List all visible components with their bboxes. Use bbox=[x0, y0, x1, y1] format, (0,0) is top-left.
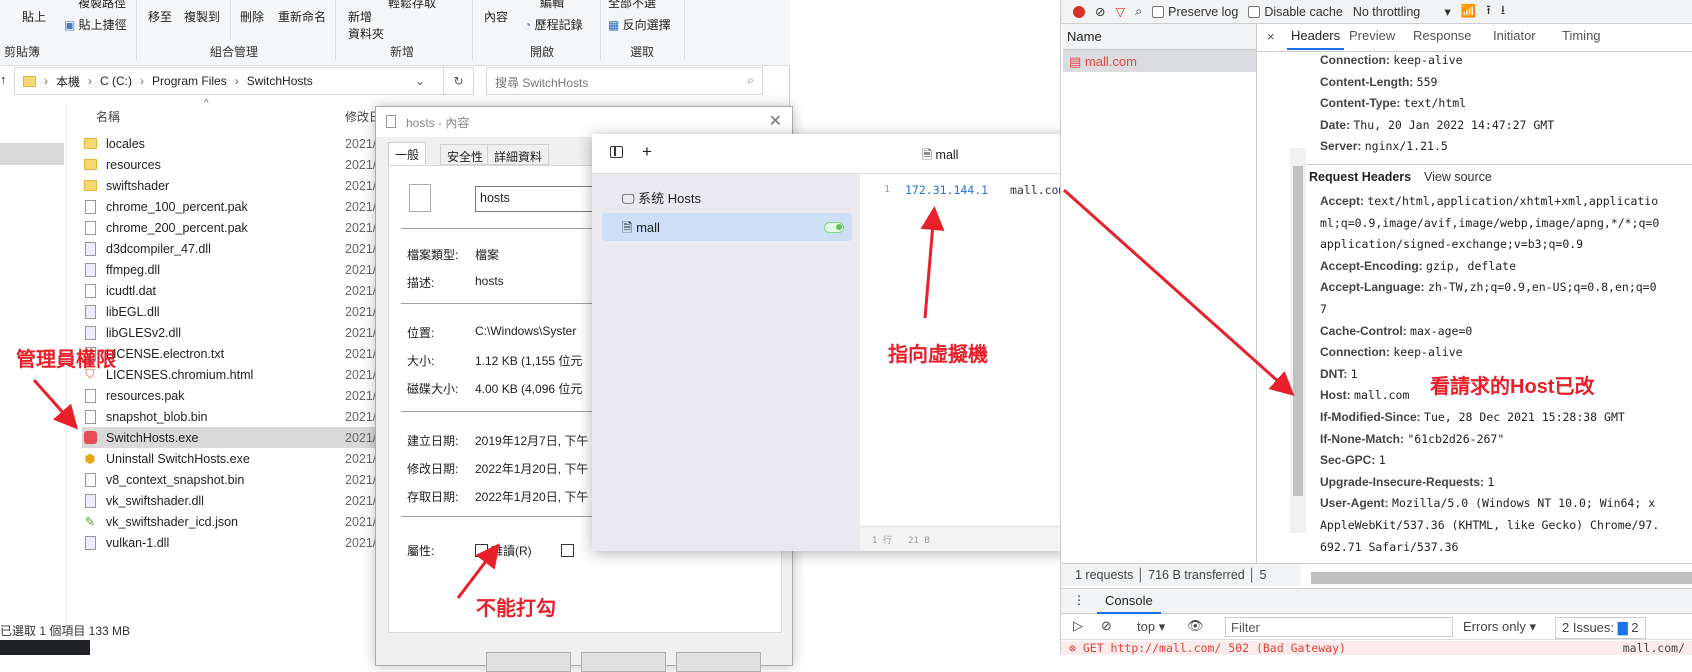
annotation-cannot-check: 不能打勾 bbox=[476, 598, 556, 620]
annotation-host-changed: 看請求的Host已改 bbox=[1430, 376, 1595, 398]
ok-button[interactable] bbox=[486, 652, 571, 672]
arrow-readonly bbox=[456, 543, 500, 599]
cancel-button[interactable] bbox=[581, 652, 666, 672]
arrow-admin bbox=[32, 379, 78, 430]
annotation-arrows bbox=[32, 188, 1295, 599]
annotation-point-vm: 指向虛擬機 bbox=[888, 344, 988, 366]
apply-button[interactable] bbox=[676, 652, 761, 672]
arrow-ip bbox=[920, 206, 945, 319]
annotation-admin: 管理員權限 bbox=[16, 349, 116, 371]
arrow-host bbox=[1063, 188, 1295, 396]
